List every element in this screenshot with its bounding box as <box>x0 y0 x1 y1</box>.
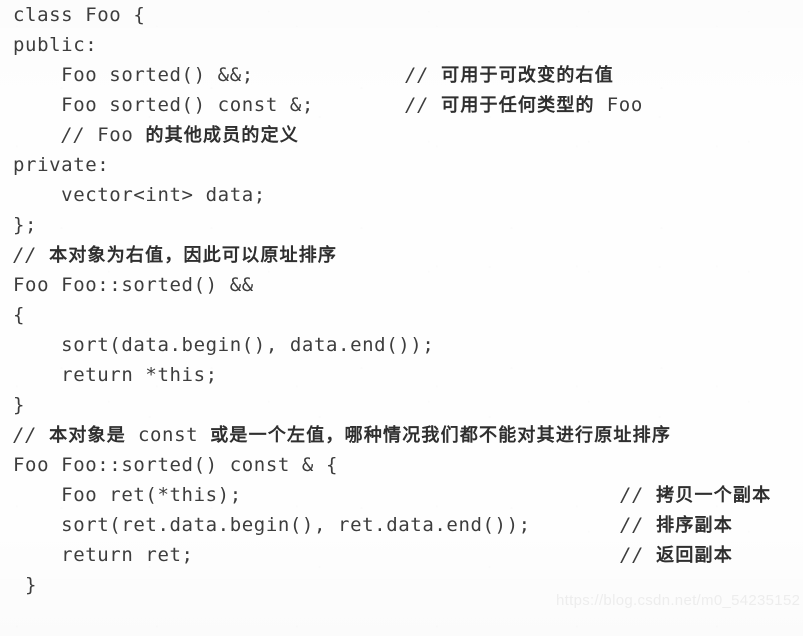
trailing-comment: // 排序副本 <box>620 510 733 540</box>
trailing-comment: // 返回副本 <box>620 540 733 570</box>
code-text-run: } <box>13 394 26 416</box>
code-line: Foo Foo::sorted() && <box>0 270 803 300</box>
code-text-run: return *this; <box>13 364 218 386</box>
code-line-text: public: <box>13 34 97 56</box>
code-text-run: sort(ret.data.begin(), ret.data.end()); <box>13 514 531 536</box>
code-line-text: } <box>13 394 25 416</box>
cjk-text-run: 可用于任何类型的 <box>441 95 595 116</box>
comment-marker: // <box>61 124 86 146</box>
trailing-comment: // 可用于任何类型的 Foo <box>405 90 643 120</box>
code-line-text: // 本对象是 const 或是一个左值，哪种情况我们都不能对其进行原址排序 <box>13 424 671 446</box>
code-line-text: Foo Foo::sorted() && <box>13 274 254 296</box>
code-line-text: }; <box>13 214 37 236</box>
code-line: { <box>0 300 803 330</box>
cjk-text-run: 拷贝一个副本 <box>656 485 772 506</box>
code-text-run: Foo sorted() const &; <box>13 94 314 116</box>
code-line: // 本对象是 const 或是一个左值，哪种情况我们都不能对其进行原址排序 <box>0 420 803 450</box>
code-line-text: } <box>13 574 37 596</box>
code-text-run: sort(data.begin(), data.end()); <box>13 334 435 356</box>
code-text-run <box>13 124 61 146</box>
code-text-run <box>429 94 441 116</box>
code-line-text: vector<int> data; <box>13 184 266 206</box>
code-line-text: sort(data.begin(), data.end()); <box>13 334 434 356</box>
code-line: Foo ret(*this); // 拷贝一个副本 <box>0 480 803 510</box>
code-text-run: { <box>13 304 26 326</box>
code-text-run <box>37 424 49 446</box>
comment-marker: // <box>13 244 38 266</box>
code-text-run <box>37 244 49 266</box>
code-line: vector<int> data; <box>0 180 803 210</box>
comment-marker: // <box>620 484 645 506</box>
cjk-text-run: 排序副本 <box>656 515 733 536</box>
code-text-run <box>644 514 656 536</box>
comment-marker: // <box>13 424 38 446</box>
code-line: // Foo 的其他成员的定义 <box>0 120 803 150</box>
trailing-comment: // 可用于可改变的右值 <box>405 60 614 90</box>
code-line: Foo sorted() const &; // 可用于任何类型的 Foo <box>0 90 803 120</box>
code-text-run: vector<int> data; <box>13 184 266 206</box>
code-line: // 本对象为右值，因此可以原址排序 <box>0 240 803 270</box>
code-text-run: } <box>13 574 38 596</box>
comment-marker: // <box>620 544 645 566</box>
comment-marker: // <box>405 64 430 86</box>
code-text-run: private: <box>13 154 110 176</box>
code-line-text: class Foo { <box>13 4 145 26</box>
code-line-text: Foo sorted() const &; <box>13 94 314 116</box>
code-line-text: return *this; <box>13 364 218 386</box>
code-line-text: return ret; <box>13 544 194 566</box>
code-text-run: Foo <box>594 94 643 116</box>
code-line: return *this; <box>0 360 803 390</box>
code-line-text: // 本对象为右值，因此可以原址排序 <box>13 244 337 266</box>
code-line: sort(data.begin(), data.end()); <box>0 330 803 360</box>
code-line-text: private: <box>13 154 109 176</box>
cjk-text-run: 本对象为右值，因此可以原址排序 <box>49 245 338 266</box>
cjk-text-run: 的其他成员的定义 <box>145 125 300 146</box>
code-text-run: Foo sorted() &&; <box>13 64 254 86</box>
cjk-text-run: 返回副本 <box>656 545 733 566</box>
comment-marker: // <box>620 514 645 536</box>
code-text-run: return ret; <box>13 544 194 566</box>
code-line: Foo sorted() &&; // 可用于可改变的右值 <box>0 60 803 90</box>
code-line: sort(ret.data.begin(), ret.data.end()); /… <box>0 510 803 540</box>
code-text-run <box>644 484 656 506</box>
code-text-run: Foo ret(*this); <box>13 484 242 506</box>
code-text-run: const <box>125 424 211 446</box>
code-text-run: Foo <box>85 124 146 146</box>
code-text-run: Foo Foo::sorted() && <box>13 274 254 296</box>
code-line: class Foo { <box>0 0 803 30</box>
code-line-text: Foo ret(*this); <box>13 484 242 506</box>
code-line-text: Foo Foo::sorted() const & { <box>13 454 338 476</box>
scanned-page: class Foo { public: Foo sorted() &&; // 可用… <box>0 0 803 636</box>
cjk-text-run: 或是一个左值，哪种情况我们都不能对其进行原址排序 <box>210 425 672 446</box>
code-line: return ret; // 返回副本 <box>0 540 803 570</box>
code-line-text: // Foo 的其他成员的定义 <box>13 124 299 146</box>
trailing-comment: // 拷贝一个副本 <box>620 480 771 510</box>
code-line-text: { <box>13 304 25 326</box>
code-text-run: }; <box>13 214 38 236</box>
code-line: Foo Foo::sorted() const & { <box>0 450 803 480</box>
code-line-text: sort(ret.data.begin(), ret.data.end()); <box>13 514 531 536</box>
code-line: private: <box>0 150 803 180</box>
cjk-text-run: 可用于可改变的右值 <box>441 65 614 86</box>
code-text-run: class Foo { <box>13 4 146 26</box>
comment-marker: // <box>405 94 430 116</box>
code-text-run: public: <box>13 34 98 56</box>
code-text-run <box>429 64 441 86</box>
code-line-text: Foo sorted() &&; <box>13 64 254 86</box>
code-line: }; <box>0 210 803 240</box>
code-listing: class Foo { public: Foo sorted() &&; // 可用… <box>0 0 803 600</box>
code-text-run <box>644 544 656 566</box>
code-line: } <box>0 570 803 600</box>
cjk-text-run: 本对象是 <box>49 425 126 446</box>
code-line: } <box>0 390 803 420</box>
code-line: public: <box>0 30 803 60</box>
code-text-run: Foo Foo::sorted() const & { <box>13 454 339 476</box>
